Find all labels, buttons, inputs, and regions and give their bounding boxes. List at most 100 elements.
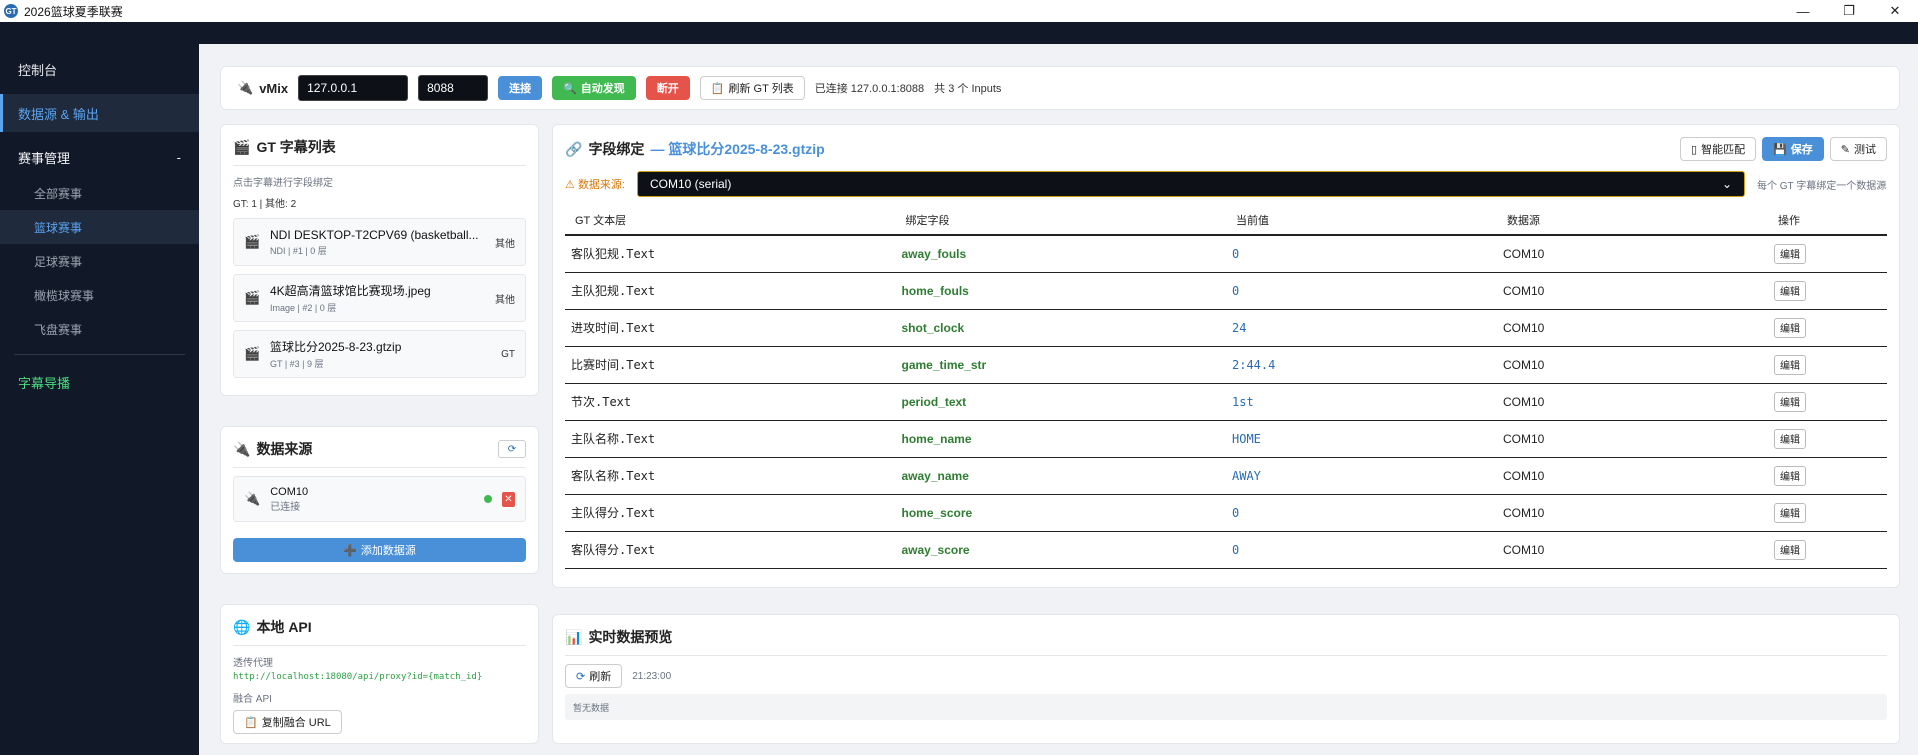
- sidebar-item-basketball[interactable]: 篮球赛事: [0, 210, 199, 244]
- bound-field-cell: home_fouls: [895, 272, 1226, 310]
- refresh-datasource-button[interactable]: ⟳: [498, 440, 526, 458]
- maximize-button[interactable]: ❐: [1826, 0, 1872, 22]
- datasource-cell: COM10: [1497, 383, 1768, 421]
- action-cell: 编辑: [1768, 420, 1887, 458]
- action-cell: 编辑: [1768, 272, 1887, 310]
- edit-button[interactable]: 编辑: [1774, 502, 1806, 523]
- binding-file-name: — 篮球比分2025-8-23.gtzip: [650, 141, 825, 157]
- field-binding-card: 🔗 字段绑定 — 篮球比分2025-8-23.gtzip ▯ 智能匹配 💾 保存…: [552, 124, 1900, 588]
- source-label: ⚠ 数据来源:: [565, 176, 625, 192]
- link-icon: 🔗: [565, 140, 583, 157]
- test-label: 测试: [1854, 144, 1876, 156]
- datasource-title-text: 数据来源: [256, 441, 313, 457]
- fusion-api-label: 融合 API: [233, 694, 272, 705]
- edit-button[interactable]: 编辑: [1774, 391, 1806, 412]
- gt-item-meta: NDI | #1 | 0 层: [270, 245, 327, 256]
- table-row: 主队犯规.Text home_fouls 0 COM10 编辑: [565, 272, 1887, 310]
- vmix-connection-bar: 🔌 vMix 127.0.0.1 8088 连接 🔍 自动发现 断开 📋 刷新 …: [220, 66, 1900, 110]
- edit-button[interactable]: 编辑: [1774, 465, 1806, 486]
- bound-field-cell: home_name: [895, 420, 1226, 458]
- sidebar-item-all-events[interactable]: 全部赛事: [0, 176, 199, 210]
- current-value-cell: 0: [1226, 235, 1497, 273]
- gt-list-card: 🎬 GT 字幕列表 点击字幕进行字段绑定 GT: 1 | 其他: 2 🎬 NDI…: [220, 124, 539, 396]
- refresh-gt-button[interactable]: 📋 刷新 GT 列表: [699, 76, 805, 100]
- edit-button[interactable]: 编辑: [1774, 317, 1806, 338]
- minimize-button[interactable]: —: [1780, 0, 1826, 22]
- current-value-cell: AWAY: [1226, 457, 1497, 495]
- mobile-icon: ▯: [1691, 143, 1698, 156]
- sidebar-group-events[interactable]: 赛事管理 -: [0, 138, 199, 176]
- gt-item-tag: 其他: [495, 294, 515, 306]
- gt-item-meta: GT | #3 | 9 层: [270, 359, 324, 369]
- close-button[interactable]: ✕: [1872, 0, 1918, 22]
- layer-name-cell: 客队得分.Text: [565, 531, 896, 569]
- divider: [565, 655, 1887, 656]
- bound-field-cell: period_text: [895, 383, 1226, 421]
- vmix-port-input[interactable]: 8088: [418, 75, 489, 101]
- smart-match-button[interactable]: ▯ 智能匹配: [1680, 137, 1757, 161]
- divider: [233, 467, 526, 468]
- sidebar-item-datasource-output[interactable]: 数据源 & 输出: [0, 94, 199, 132]
- gt-list-hint: 点击字幕进行字段绑定: [233, 178, 333, 189]
- table-row: 主队得分.Text home_score 0 COM10 编辑: [565, 494, 1887, 532]
- save-label: 保存: [1790, 144, 1813, 156]
- collapse-icon[interactable]: -: [177, 150, 181, 165]
- datasource-item[interactable]: 🔌 COM10 已连接 ✕: [233, 476, 526, 522]
- clapperboard-icon: 🎬: [233, 138, 251, 155]
- edit-button[interactable]: 编辑: [1774, 280, 1806, 301]
- refresh-gt-label: 刷新 GT 列表: [728, 83, 794, 95]
- gt-list-item[interactable]: 🎬 4K超高清篮球馆比赛现场.jpeg Image | #2 | 0 层 其他: [233, 274, 526, 322]
- edit-button[interactable]: 编辑: [1774, 354, 1806, 375]
- sidebar-item-broadcast[interactable]: 字幕导播: [0, 363, 199, 401]
- refresh-preview-button[interactable]: ⟳ 刷新: [565, 664, 623, 688]
- source-select-row: ⚠ 数据来源: COM10 (serial) ⌄ 每个 GT 字幕绑定一个数据源: [565, 171, 1887, 197]
- window-controls: — ❐ ✕: [1780, 0, 1918, 22]
- refresh-preview-label: 刷新: [589, 671, 612, 683]
- gt-list-item[interactable]: 🎬 NDI DESKTOP-T2CPV69 (basketball... NDI…: [233, 218, 526, 266]
- layer-name-cell: 进攻时间.Text: [565, 309, 896, 347]
- save-button[interactable]: 💾 保存: [1762, 137, 1824, 161]
- datasource-select[interactable]: COM10 (serial) ⌄: [637, 171, 1745, 197]
- gt-item-tag: 其他: [495, 238, 515, 250]
- preview-title-text: 实时数据预览: [588, 629, 673, 645]
- sidebar-item-console[interactable]: 控制台: [0, 50, 199, 88]
- edit-button[interactable]: 编辑: [1774, 539, 1806, 560]
- smart-match-label: 智能匹配: [1701, 144, 1746, 156]
- layer-name-cell: 主队名称.Text: [565, 420, 896, 458]
- datasource-title: 🔌 数据来源: [233, 439, 312, 459]
- add-datasource-button[interactable]: ➕ 添加数据源: [233, 538, 526, 562]
- edit-button[interactable]: 编辑: [1774, 243, 1806, 264]
- delete-datasource-button[interactable]: ✕: [502, 491, 515, 507]
- column-header: 当前值: [1226, 205, 1497, 236]
- gt-list-item[interactable]: 🎬 篮球比分2025-8-23.gtzip GT | #3 | 9 层 GT: [233, 330, 526, 378]
- preview-timestamp: 21:23:00: [632, 670, 672, 682]
- datasource-cell: COM10: [1497, 235, 1768, 273]
- inputs-count: 共 3 个 Inputs: [934, 83, 1002, 95]
- datasource-cell: COM10: [1497, 531, 1768, 569]
- sidebar-item-football[interactable]: 足球赛事: [0, 244, 199, 278]
- column-header: 数据源: [1497, 205, 1768, 236]
- vmix-host-input[interactable]: 127.0.0.1: [298, 75, 409, 101]
- test-button[interactable]: ✎ 测试: [1829, 137, 1887, 161]
- disconnect-button[interactable]: 断开: [645, 76, 690, 100]
- gt-item-name: 4K超高清篮球馆比赛现场.jpeg: [270, 284, 431, 298]
- datasource-status: 已连接: [270, 501, 301, 513]
- auto-discover-button[interactable]: 🔍 自动发现: [552, 76, 636, 100]
- sidebar-item-frisbee[interactable]: 飞盘赛事: [0, 312, 199, 346]
- sidebar-item-rugby[interactable]: 橄榄球赛事: [0, 278, 199, 312]
- gt-list-counts: GT: 1 | 其他: 2: [233, 199, 297, 210]
- refresh-icon: ⟳: [576, 670, 586, 683]
- action-cell: 编辑: [1768, 346, 1887, 384]
- binding-title-text: 字段绑定: [588, 141, 645, 157]
- gt-item-name: 篮球比分2025-8-23.gtzip: [270, 340, 402, 354]
- current-value-cell: 2:44.4: [1226, 346, 1497, 384]
- current-value-cell: HOME: [1226, 420, 1497, 458]
- gt-list-title: 🎬 GT 字幕列表: [233, 137, 526, 157]
- connect-button[interactable]: 连接: [498, 76, 543, 100]
- copy-fusion-url-button[interactable]: 📋 复制融合 URL: [233, 710, 342, 734]
- bound-field-cell: away_name: [895, 457, 1226, 495]
- edit-button[interactable]: 编辑: [1774, 428, 1806, 449]
- action-cell: 编辑: [1768, 235, 1887, 273]
- datasource-select-value: COM10 (serial): [650, 177, 732, 191]
- proxy-url[interactable]: http://localhost:18080/api/proxy?id={mat…: [233, 672, 526, 682]
